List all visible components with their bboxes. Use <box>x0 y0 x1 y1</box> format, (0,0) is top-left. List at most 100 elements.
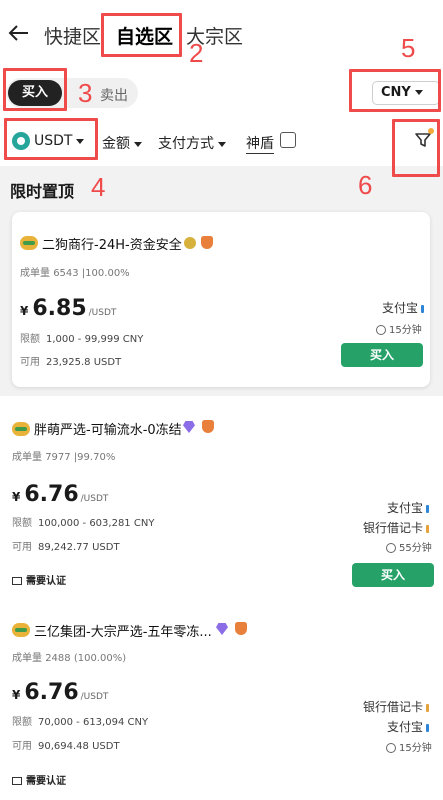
annotation-number: 6 <box>358 170 373 200</box>
tab-quick[interactable]: 快捷区 <box>44 22 101 49</box>
price: ¥6.76/USDT <box>12 680 108 705</box>
annotation-box-4 <box>4 118 98 160</box>
alipay-icon <box>426 504 429 513</box>
merchant-avatar <box>20 236 38 250</box>
payment-method: 支付宝 <box>387 718 429 735</box>
merchant-avatar <box>12 422 30 436</box>
limit-label: 限额 <box>20 334 40 345</box>
completed-label: 成单量 <box>12 653 42 664</box>
bank-card-icon <box>426 524 429 533</box>
payment-filter-label: 支付方式 <box>158 136 214 152</box>
yen-symbol: ¥ <box>20 304 29 318</box>
payment-method-label: 支付宝 <box>386 720 423 734</box>
limit-row: 限额 70,000 - 613,094 CNY <box>12 713 148 728</box>
price-unit: /USDT <box>80 494 109 504</box>
annotation-box-2 <box>101 13 182 57</box>
completed-orders: 成单量 6543 |100.00% <box>20 264 130 279</box>
payment-time: 55分钟 <box>386 539 432 554</box>
payment-method: 银行借记卡 <box>363 698 429 715</box>
diamond-badge-icon <box>183 421 195 433</box>
clock-icon <box>376 325 386 335</box>
price-value: 6.85 <box>32 296 87 321</box>
alipay-icon <box>421 304 424 313</box>
merchant-name[interactable]: 三亿集团-大宗严选-五年零冻... <box>34 621 212 640</box>
verification-required: 需要认证 <box>12 772 66 787</box>
available-row: 可用 90,694.48 USDT <box>12 737 120 752</box>
completed-label: 成单量 <box>12 452 42 463</box>
verification-required: 需要认证 <box>12 572 66 587</box>
payment-method-label: 银行借记卡 <box>362 700 423 714</box>
shield-badge-icon <box>235 622 247 635</box>
merchant-name[interactable]: 胖萌严选-可输流水-0冻结 <box>34 419 182 438</box>
chevron-down-icon <box>218 141 226 147</box>
clock-icon <box>386 543 396 553</box>
available-value: 23,925.8 USDT <box>46 357 122 368</box>
price-unit: /USDT <box>88 308 117 318</box>
price: ¥6.85/USDT <box>20 296 116 321</box>
payment-time-value: 15分钟 <box>389 325 422 336</box>
buy-button[interactable]: 买入 <box>341 343 423 367</box>
chevron-down-icon <box>134 141 142 147</box>
price: ¥6.76/USDT <box>12 482 108 507</box>
limit-row: 限额 100,000 - 603,281 CNY <box>12 514 154 529</box>
verification-label: 需要认证 <box>26 576 66 587</box>
verification-label: 需要认证 <box>26 776 66 787</box>
limit-label: 限额 <box>12 717 32 728</box>
merchant-avatar <box>12 623 30 637</box>
available-label: 可用 <box>12 741 32 752</box>
payment-filter[interactable]: 支付方式 <box>158 133 226 153</box>
yen-symbol: ¥ <box>12 490 21 504</box>
price-value: 6.76 <box>24 680 79 705</box>
alipay-icon <box>426 723 429 732</box>
buy-button[interactable]: 买入 <box>352 563 434 587</box>
payment-method: 支付宝 <box>387 499 429 516</box>
limit-value: 1,000 - 99,999 CNY <box>46 334 144 345</box>
section-title: 限时置顶 <box>10 182 75 201</box>
payment-method-label: 支付宝 <box>386 501 423 515</box>
available-row: 可用 89,242.77 USDT <box>12 538 120 553</box>
amount-filter[interactable]: 金额 <box>102 133 142 153</box>
id-card-icon <box>12 777 22 785</box>
shield-badge-icon <box>202 420 214 433</box>
price-value: 6.76 <box>24 482 79 507</box>
shield-badge-icon <box>201 236 213 249</box>
annotation-number: 2 <box>189 38 204 68</box>
payment-method-label: 银行借记卡 <box>362 521 423 535</box>
available-label: 可用 <box>20 357 40 368</box>
limit-value: 70,000 - 613,094 CNY <box>38 717 149 728</box>
available-row: 可用 23,925.8 USDT <box>20 353 121 368</box>
payment-time: 15分钟 <box>376 321 422 336</box>
back-arrow-icon[interactable] <box>8 22 30 44</box>
limit-row: 限额 1,000 - 99,999 CNY <box>20 330 143 345</box>
annotation-box-3 <box>3 68 67 111</box>
clock-icon <box>386 743 396 753</box>
yen-symbol: ¥ <box>12 688 21 702</box>
top-nav: 快捷区 自选区 大宗区 <box>0 0 443 64</box>
completed-orders: 成单量 2488 (100.00%) <box>12 649 126 664</box>
completed-label: 成单量 <box>20 268 50 279</box>
payment-method-label: 支付宝 <box>381 301 418 315</box>
id-card-icon <box>12 577 22 585</box>
shield-filter-label: 神盾 <box>246 133 274 154</box>
limit-label: 限额 <box>12 518 32 529</box>
annotation-box-6 <box>392 119 440 177</box>
diamond-badge-icon <box>216 623 228 635</box>
merchant-name[interactable]: 二狗商行-24H-资金安全 <box>42 234 182 253</box>
payment-time: 15分钟 <box>386 739 432 754</box>
payment-method: 银行借记卡 <box>363 519 429 536</box>
limit-value: 100,000 - 603,281 CNY <box>38 518 155 529</box>
annotation-box-5 <box>349 69 441 112</box>
completed-value: 7977 |99.70% <box>45 452 116 463</box>
sell-toggle[interactable]: 卖出 <box>100 85 128 105</box>
annotation-number: 3 <box>78 78 93 108</box>
available-value: 90,694.48 USDT <box>38 741 120 752</box>
available-label: 可用 <box>12 542 32 553</box>
price-unit: /USDT <box>80 692 109 702</box>
shield-checkbox[interactable] <box>280 132 296 148</box>
payment-time-value: 55分钟 <box>399 543 432 554</box>
gold-badge-icon <box>184 237 196 249</box>
completed-value: 2488 (100.00%) <box>45 653 127 664</box>
completed-value: 6543 |100.00% <box>53 268 130 279</box>
payment-method: 支付宝 <box>382 299 424 316</box>
amount-filter-label: 金额 <box>102 136 130 152</box>
